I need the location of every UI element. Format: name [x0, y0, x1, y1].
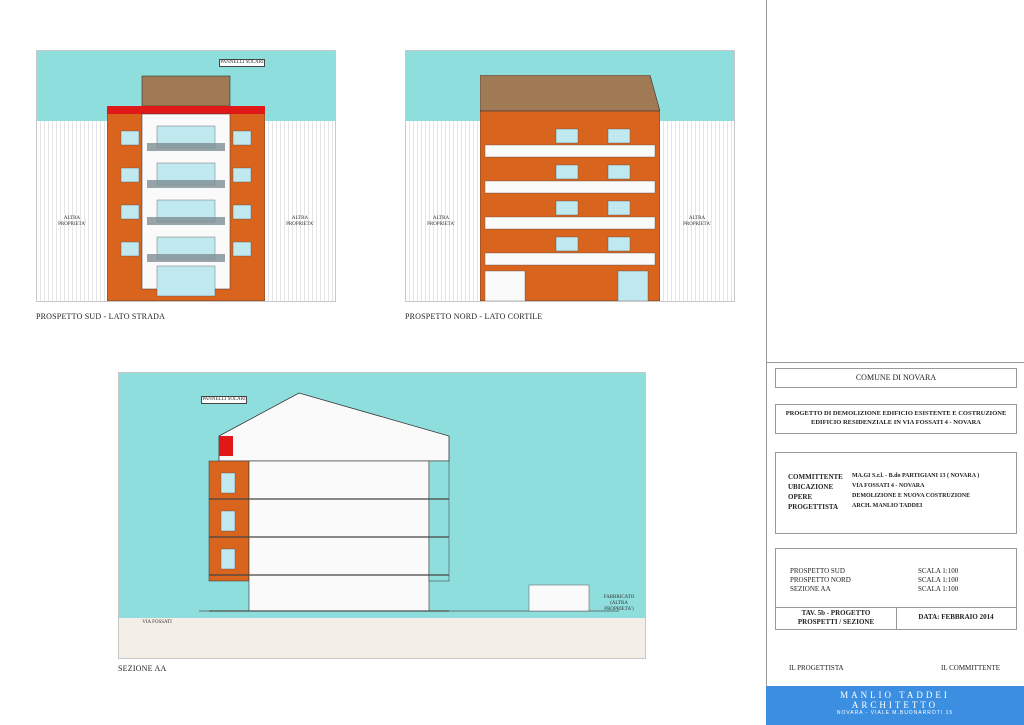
title-block-top-divider — [767, 362, 1024, 363]
project-line-2: EDIFICIO RESIDENZIALE IN VIA FOSSATI 4 -… — [811, 419, 981, 426]
neighbor-right — [660, 121, 734, 301]
scale-label-sezione: SEZIONE AA — [790, 585, 831, 593]
tav-line-2: PROSPETTI / SEZIONE — [797, 618, 875, 626]
elevation-south-caption: PROSPETTO SUD - LATO STRADA — [36, 312, 166, 321]
info-label-ubicazione: UBICAZIONE — [788, 483, 834, 491]
info-value-committente: MA.GI S.r.l. - B.do PARTIGIANI 13 ( NOVA… — [852, 473, 980, 479]
info-value-progettista: ARCH. MANLIO TADDEI — [852, 503, 923, 509]
scale-box: PROSPETTO SUD SCALA 1:100 PROSPETTO NORD… — [775, 548, 1017, 630]
south-facade-drawing — [107, 75, 265, 301]
neighbor-right — [265, 121, 335, 301]
neighbor-building-label: FABBRICATO (ALTRA PROPRIETA') — [603, 595, 635, 612]
section-aa-panel: PANNELLI SOLARI VIA FOSSATI FABBRICATO (… — [118, 372, 646, 659]
neighbor-right-label: ALTRA PROPRIETA' — [286, 216, 314, 227]
neighbor-right-label: ALTRA PROPRIETA' — [683, 216, 711, 227]
scale-label-sud: PROSPETTO SUD — [790, 567, 845, 575]
footer-address: NOVARA - VIALE M.BUONARROTI 15 — [836, 710, 954, 716]
neighbor-left-label: ALTRA PROPRIETA' — [427, 216, 455, 227]
info-label-opere: OPERE — [788, 493, 813, 501]
neighbor-left — [406, 121, 480, 301]
info-box: COMMITTENTE MA.GI S.r.l. - B.do PARTIGIA… — [775, 452, 1017, 534]
north-facade-drawing — [480, 75, 660, 301]
title-block: COMUNE DI NOVARA PROGETTO DI DEMOLIZIONE… — [766, 0, 1024, 725]
info-value-ubicazione: VIA FOSSATI 4 - NOVARA — [852, 483, 925, 489]
info-label-committente: COMMITTENTE — [788, 473, 843, 481]
neighbor-left-label: ALTRA PROPRIETA' — [58, 216, 86, 227]
drawing-sheet: ALTRA PROPRIETA' ALTRA PROPRIETA' PANNEL… — [0, 0, 766, 725]
info-value-opere: DEMOLIZIONE E NUOVA COSTRUZIONE — [852, 493, 971, 499]
section-aa-caption: SEZIONE AA — [118, 664, 167, 673]
street-label: VIA FOSSATI — [142, 620, 172, 625]
comune-title: COMUNE DI NOVARA — [855, 373, 937, 382]
architect-footer: MANLIO TADDEI ARCHITETTO NOVARA - VIALE … — [766, 686, 1024, 725]
neighbor-left — [37, 121, 107, 301]
footer-title: ARCHITETTO — [851, 700, 939, 710]
scale-value-sezione: SCALA 1:100 — [918, 585, 959, 593]
project-line-1: PROGETTO DI DEMOLIZIONE EDIFICIO ESISTEN… — [785, 410, 1007, 417]
tav-line-1: TAV. 5b - PROGETTO — [801, 609, 871, 617]
section-drawing — [199, 392, 619, 612]
drawing-date: DATA: FEBBRAIO 2014 — [918, 613, 994, 621]
scale-value-nord: SCALA 1:100 — [918, 576, 959, 584]
elevation-north-panel: ALTRA PROPRIETA' ALTRA PROPRIETA' — [405, 50, 735, 302]
solar-panel-label: PANNELLI SOLARI — [219, 59, 265, 67]
project-box: PROGETTO DI DEMOLIZIONE EDIFICIO ESISTEN… — [775, 404, 1017, 434]
elevation-north-caption: PROSPETTO NORD - LATO CORTILE — [405, 312, 543, 321]
scale-value-sud: SCALA 1:100 — [918, 567, 959, 575]
elevation-south-panel: ALTRA PROPRIETA' ALTRA PROPRIETA' PANNEL… — [36, 50, 336, 302]
signature-progettista: IL PROGETTISTA — [789, 664, 844, 672]
info-label-progettista: PROGETTISTA — [788, 503, 839, 511]
footer-name: MANLIO TADDEI — [840, 690, 950, 700]
comune-box: COMUNE DI NOVARA — [775, 368, 1017, 388]
ground — [119, 618, 645, 658]
signature-committente: IL COMMITTENTE — [941, 664, 1001, 672]
scale-label-nord: PROSPETTO NORD — [790, 576, 851, 584]
